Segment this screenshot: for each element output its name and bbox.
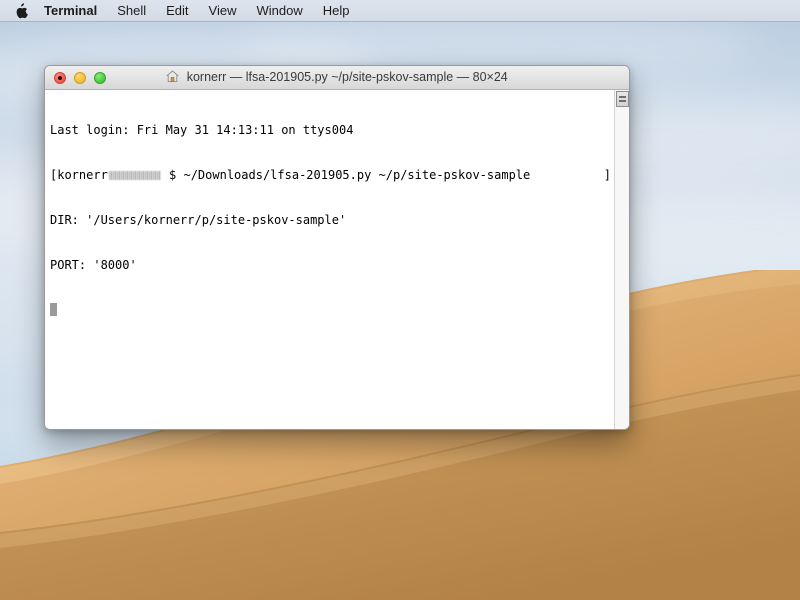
terminal-line: DIR: '/Users/kornerr/p/site-pskov-sample… [50, 213, 611, 228]
prompt-close-bracket: ] [603, 168, 611, 182]
block-cursor [50, 303, 57, 316]
terminal-line [50, 303, 611, 318]
window-title: kornerr — lfsa-201905.py ~/p/site-pskov-… [45, 66, 629, 91]
close-button[interactable] [54, 71, 66, 84]
traffic-lights [54, 71, 106, 84]
menu-item-edit[interactable]: Edit [156, 0, 198, 22]
window-title-bar[interactable]: kornerr — lfsa-201905.py ~/p/site-pskov-… [45, 66, 629, 90]
dir-output-line: DIR: '/Users/kornerr/p/site-pskov-sample… [50, 213, 347, 227]
menu-bar: Terminal Shell Edit View Window Help [0, 0, 800, 22]
prompt-command: $ ~/Downloads/lfsa-201905.py ~/p/site-ps… [161, 168, 531, 182]
menu-item-window[interactable]: Window [247, 0, 313, 22]
redacted-hostname [108, 171, 161, 180]
terminal-line: [kornerr $ ~/Downloads/lfsa-201905.py ~/… [50, 168, 611, 183]
port-output-line: PORT: '8000' [50, 258, 137, 272]
menu-item-help[interactable]: Help [313, 0, 360, 22]
zoom-button[interactable] [94, 71, 106, 84]
terminal-window[interactable]: kornerr — lfsa-201905.py ~/p/site-pskov-… [44, 65, 630, 430]
terminal-line: Last login: Fri May 31 14:13:11 on ttys0… [50, 123, 611, 138]
minimize-button[interactable] [74, 71, 86, 84]
menu-item-view[interactable]: View [199, 0, 247, 22]
terminal-line: PORT: '8000' [50, 258, 611, 273]
terminal-output: Last login: Fri May 31 14:13:11 on ttys0… [50, 93, 611, 348]
terminal-scrollbar[interactable] [614, 90, 629, 429]
terminal-content-area[interactable]: Last login: Fri May 31 14:13:11 on ttys0… [45, 90, 629, 429]
menu-item-terminal[interactable]: Terminal [40, 0, 107, 22]
menu-item-shell[interactable]: Shell [107, 0, 156, 22]
home-folder-icon[interactable] [166, 67, 179, 91]
window-title-text: kornerr — lfsa-201905.py ~/p/site-pskov-… [186, 69, 508, 84]
apple-logo-icon[interactable] [12, 2, 30, 19]
prompt-open-bracket: [kornerr [50, 168, 108, 182]
scrollbar-thumb[interactable] [616, 91, 629, 107]
last-login-line: Last login: Fri May 31 14:13:11 on ttys0… [50, 123, 354, 137]
